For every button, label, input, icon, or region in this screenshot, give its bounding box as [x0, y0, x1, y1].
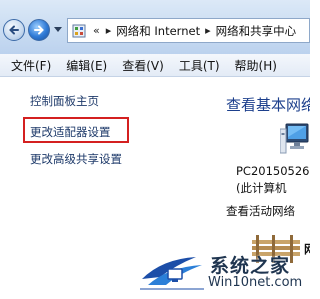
watermark-url: Win10net.com — [208, 275, 303, 290]
computer-subtitle: (此计算机 — [236, 181, 287, 195]
address-field[interactable]: « ▸ 网络和 Internet ▸ 网络和共享中心 — [67, 18, 310, 43]
menu-bar: 文件(F) 编辑(E) 查看(V) 工具(T) 帮助(H) — [0, 54, 310, 77]
menu-edit[interactable]: 编辑(E) — [57, 57, 113, 74]
menu-help[interactable]: 帮助(H) — [226, 57, 283, 74]
network-name: 网 — [304, 242, 310, 256]
watermark-title: 系统之家 — [210, 255, 291, 277]
page-title: 查看基本网络 — [226, 96, 310, 114]
breadcrumb-network-internet[interactable]: 网络和 Internet — [116, 23, 200, 39]
menu-file[interactable]: 文件(F) — [0, 57, 57, 74]
breadcrumb-separator[interactable]: ▸ — [106, 24, 112, 37]
active-networks-heading: 查看活动网络 — [226, 204, 295, 218]
overflow-indicator[interactable]: « — [93, 24, 100, 37]
menu-view[interactable]: 查看(V) — [113, 57, 170, 74]
watermark-logo — [140, 257, 204, 290]
back-arrow-icon — [9, 25, 19, 35]
computer-icon — [280, 123, 309, 154]
navigation-bar: « ▸ 网络和 Internet ▸ 网络和共享中心 — [0, 0, 310, 54]
control-panel-home-link[interactable]: 控制面板主页 — [30, 93, 99, 109]
breadcrumb-separator[interactable]: ▸ — [205, 24, 211, 37]
breadcrumb-network-sharing-center[interactable]: 网络和共享中心 — [216, 23, 297, 39]
recent-pages-dropdown[interactable] — [52, 21, 64, 39]
highlight-box — [23, 117, 129, 143]
control-panel-icon — [72, 24, 86, 37]
back-button[interactable] — [3, 19, 25, 41]
forward-button[interactable] — [28, 19, 50, 41]
menu-tools[interactable]: 工具(T) — [170, 57, 226, 74]
chevron-down-icon — [54, 27, 62, 32]
forward-arrow-icon — [34, 25, 44, 35]
computer-name: PC20150526 — [236, 164, 310, 178]
change-advanced-sharing-link[interactable]: 更改高级共享设置 — [30, 151, 122, 167]
